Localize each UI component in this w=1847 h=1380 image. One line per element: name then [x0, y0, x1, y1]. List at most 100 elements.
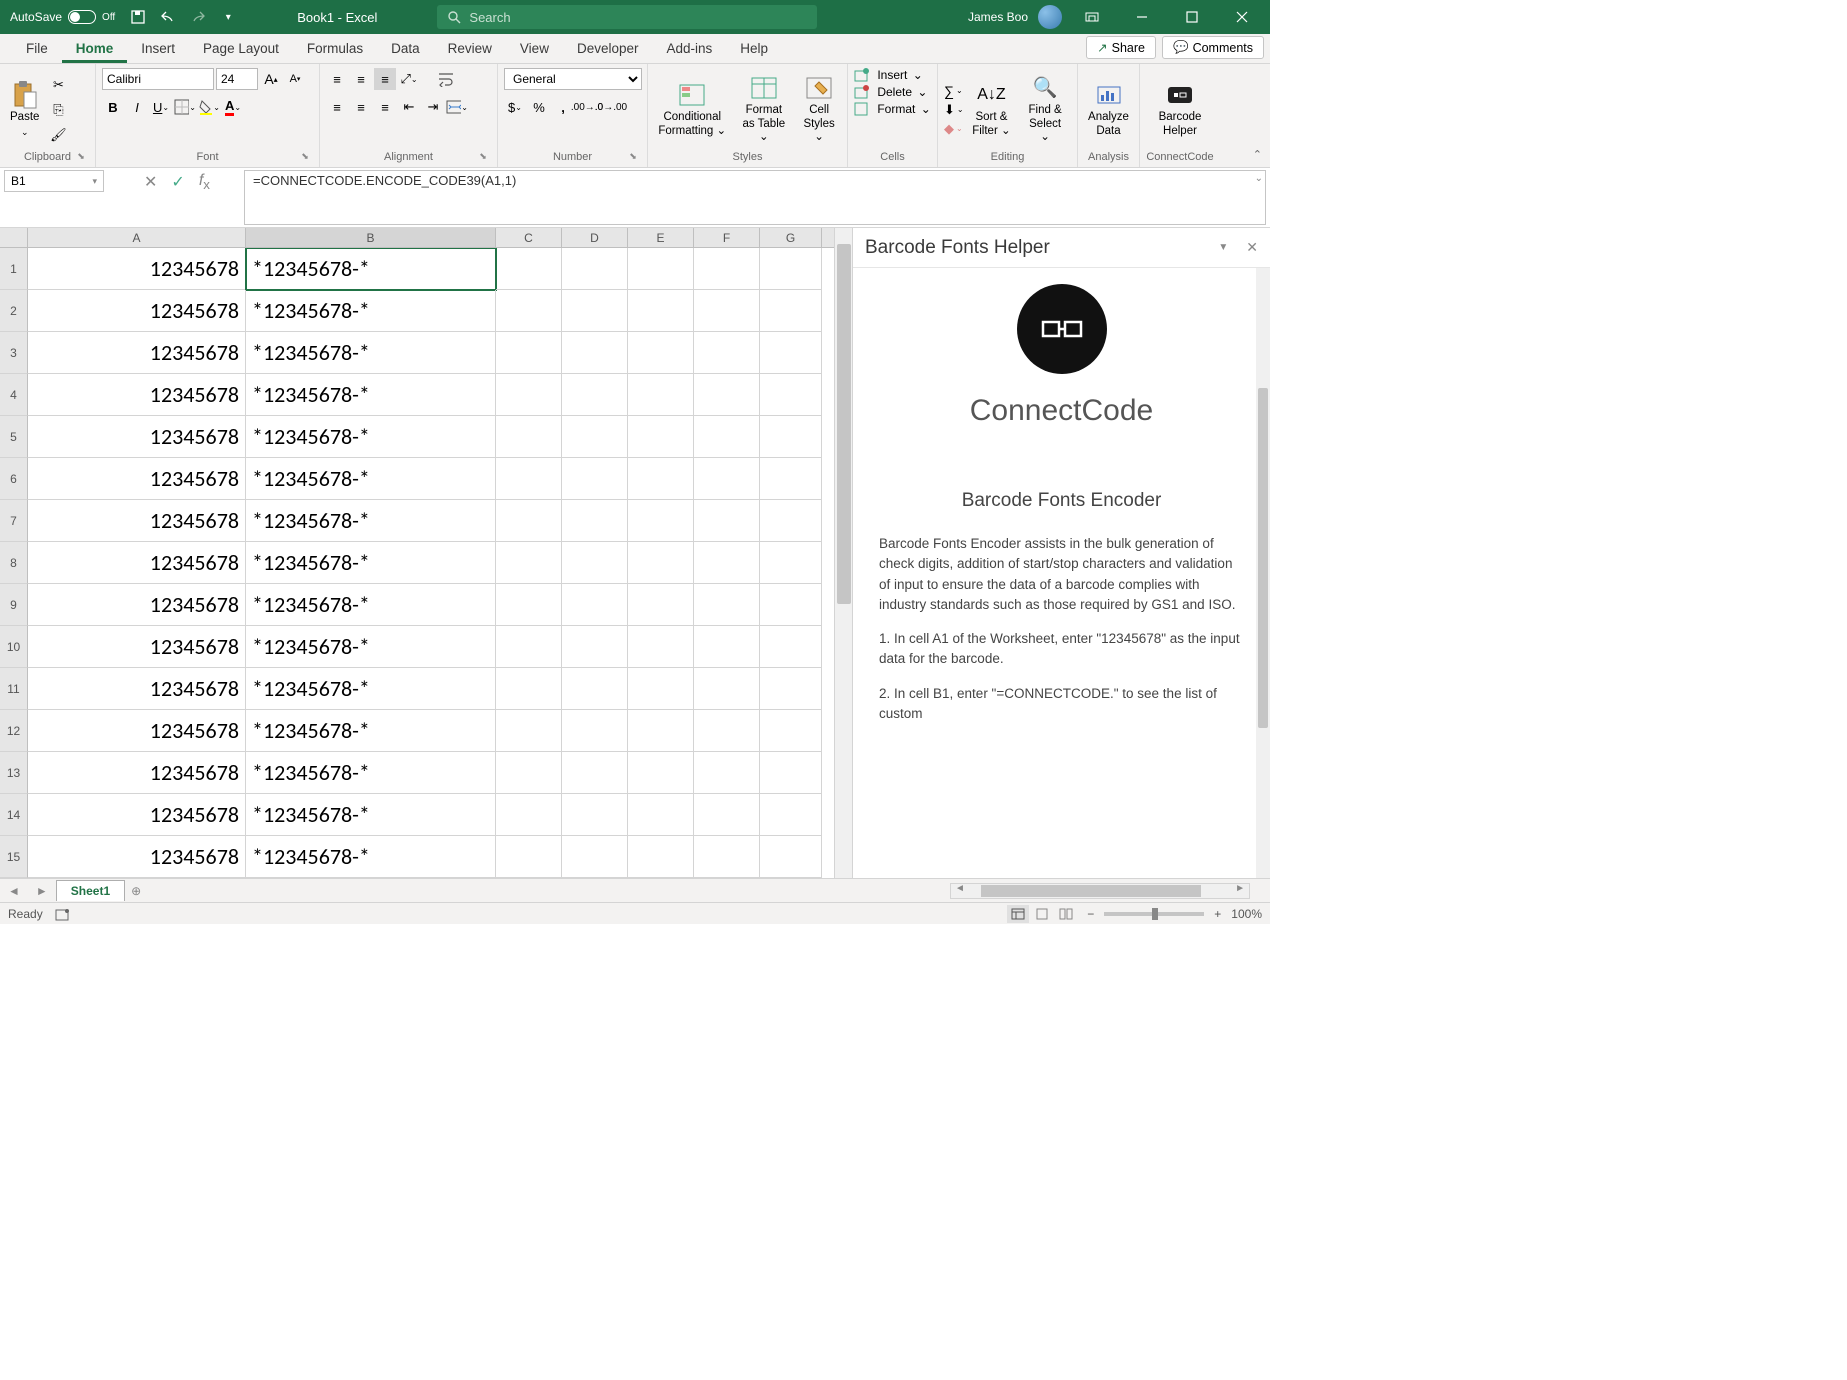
maximize-icon[interactable] [1172, 3, 1212, 31]
cell-G4[interactable] [760, 374, 822, 416]
col-header-B[interactable]: B [246, 228, 496, 247]
toggle-icon[interactable] [68, 10, 96, 24]
fx-icon[interactable]: fx [199, 172, 210, 192]
zoom-out-icon[interactable]: − [1087, 907, 1094, 921]
cell-D14[interactable] [562, 794, 628, 836]
cell-D1[interactable] [562, 248, 628, 290]
cancel-formula-icon[interactable]: ✕ [144, 172, 157, 192]
cell-A11[interactable]: 12345678 [28, 668, 246, 710]
cell-E10[interactable] [628, 626, 694, 668]
cell-G9[interactable] [760, 584, 822, 626]
cell-styles-button[interactable]: Cell Styles ⌄ [797, 70, 841, 149]
cell-B9[interactable]: *12345678-* [246, 584, 496, 626]
cell-G6[interactable] [760, 458, 822, 500]
dialog-launcher-icon[interactable]: ⬊ [75, 151, 87, 163]
cell-F4[interactable] [694, 374, 760, 416]
cell-D5[interactable] [562, 416, 628, 458]
col-header-E[interactable]: E [628, 228, 694, 247]
cell-D2[interactable] [562, 290, 628, 332]
cell-E12[interactable] [628, 710, 694, 752]
align-bottom-icon[interactable]: ≡ [374, 68, 396, 90]
row-header-13[interactable]: 13 [0, 752, 28, 794]
cell-E15[interactable] [628, 836, 694, 878]
cell-C4[interactable] [496, 374, 562, 416]
cell-E7[interactable] [628, 500, 694, 542]
decrease-decimal-icon[interactable]: .0→.00 [600, 96, 622, 118]
format-painter-icon[interactable]: 🖌 [47, 124, 69, 146]
cell-B3[interactable]: *12345678-* [246, 332, 496, 374]
cell-D9[interactable] [562, 584, 628, 626]
cell-E11[interactable] [628, 668, 694, 710]
cell-A3[interactable]: 12345678 [28, 332, 246, 374]
row-header-3[interactable]: 3 [0, 332, 28, 374]
cell-B13[interactable]: *12345678-* [246, 752, 496, 794]
user-avatar[interactable] [1038, 5, 1062, 29]
cell-G2[interactable] [760, 290, 822, 332]
user-name[interactable]: James Boo [968, 10, 1028, 24]
zoom-in-icon[interactable]: + [1214, 907, 1221, 921]
cell-A12[interactable]: 12345678 [28, 710, 246, 752]
scroll-right-icon[interactable]: ► [1235, 883, 1245, 894]
barcode-helper-button[interactable]: Barcode Helper [1146, 77, 1214, 143]
cell-C12[interactable] [496, 710, 562, 752]
tab-formulas[interactable]: Formulas [293, 35, 377, 63]
spreadsheet-grid[interactable]: ABCDEFG 112345678*12345678-*212345678*12… [0, 228, 834, 878]
decrease-indent-icon[interactable]: ⇤ [398, 96, 420, 118]
wrap-text-icon[interactable] [436, 68, 458, 90]
cell-B11[interactable]: *12345678-* [246, 668, 496, 710]
row-header-10[interactable]: 10 [0, 626, 28, 668]
cell-C10[interactable] [496, 626, 562, 668]
cell-D12[interactable] [562, 710, 628, 752]
tab-view[interactable]: View [506, 35, 563, 63]
vertical-scrollbar[interactable] [834, 228, 852, 878]
increase-font-icon[interactable]: A▴ [260, 68, 282, 90]
cell-C14[interactable] [496, 794, 562, 836]
cell-G12[interactable] [760, 710, 822, 752]
row-header-7[interactable]: 7 [0, 500, 28, 542]
autosave-toggle[interactable]: AutoSave Off [10, 10, 115, 24]
cell-C5[interactable] [496, 416, 562, 458]
font-name-input[interactable] [102, 68, 214, 90]
row-header-2[interactable]: 2 [0, 290, 28, 332]
task-pane-menu-icon[interactable]: ▼ [1218, 242, 1228, 253]
cell-B5[interactable]: *12345678-* [246, 416, 496, 458]
cell-C6[interactable] [496, 458, 562, 500]
cell-A7[interactable]: 12345678 [28, 500, 246, 542]
cell-D8[interactable] [562, 542, 628, 584]
tab-developer[interactable]: Developer [563, 35, 653, 63]
task-pane-scrollbar[interactable] [1256, 268, 1270, 878]
row-header-12[interactable]: 12 [0, 710, 28, 752]
add-sheet-icon[interactable]: ⊕ [125, 884, 147, 898]
row-header-15[interactable]: 15 [0, 836, 28, 878]
cell-G7[interactable] [760, 500, 822, 542]
insert-cells-button[interactable]: Insert ⌄ [854, 68, 931, 82]
cell-A5[interactable]: 12345678 [28, 416, 246, 458]
cell-C13[interactable] [496, 752, 562, 794]
zoom-slider[interactable] [1104, 912, 1204, 916]
row-header-1[interactable]: 1 [0, 248, 28, 290]
cell-A8[interactable]: 12345678 [28, 542, 246, 584]
share-button[interactable]: ↗Share [1086, 36, 1156, 59]
copy-icon[interactable]: ⎘ [47, 99, 69, 121]
cell-G15[interactable] [760, 836, 822, 878]
align-left-icon[interactable]: ≡ [326, 96, 348, 118]
cell-E8[interactable] [628, 542, 694, 584]
cell-D4[interactable] [562, 374, 628, 416]
row-header-4[interactable]: 4 [0, 374, 28, 416]
tab-file[interactable]: File [12, 35, 62, 63]
clear-icon[interactable]: ◆ ⌄ [944, 121, 964, 137]
comments-button[interactable]: 💬Comments [1162, 36, 1264, 59]
cell-B14[interactable]: *12345678-* [246, 794, 496, 836]
dialog-launcher-icon[interactable]: ⬊ [299, 151, 311, 163]
enter-formula-icon[interactable]: ✓ [171, 172, 184, 192]
analyze-data-button[interactable]: Analyze Data [1084, 77, 1133, 143]
dialog-launcher-icon[interactable]: ⬊ [627, 151, 639, 163]
cell-B10[interactable]: *12345678-* [246, 626, 496, 668]
cell-C7[interactable] [496, 500, 562, 542]
format-cells-button[interactable]: Format ⌄ [854, 102, 931, 116]
cell-B6[interactable]: *12345678-* [246, 458, 496, 500]
cell-B4[interactable]: *12345678-* [246, 374, 496, 416]
row-header-9[interactable]: 9 [0, 584, 28, 626]
tab-home[interactable]: Home [62, 35, 128, 63]
cell-B15[interactable]: *12345678-* [246, 836, 496, 878]
